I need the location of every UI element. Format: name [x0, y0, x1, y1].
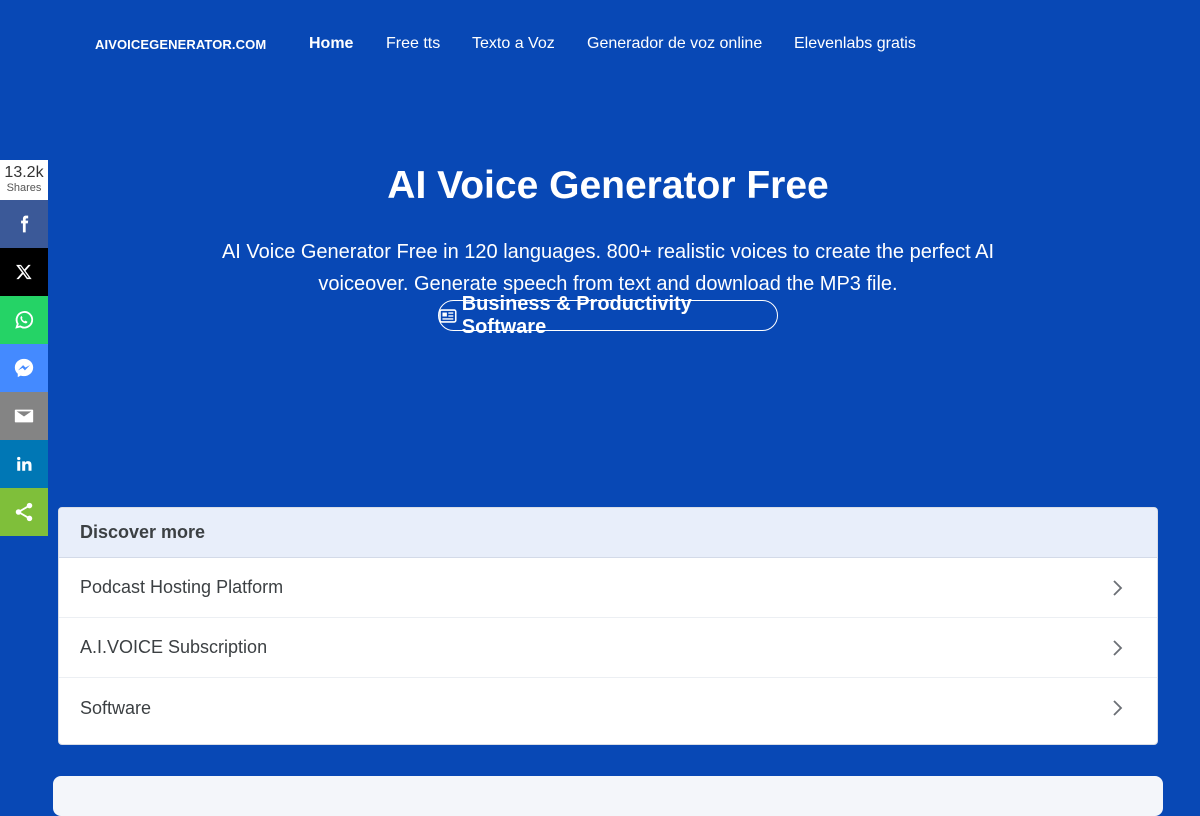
nav-generador-de-voz-online[interactable]: Generador de voz online	[587, 35, 762, 53]
x-share-button[interactable]	[0, 248, 48, 296]
more-share-button[interactable]	[0, 488, 48, 536]
share-sidebar: 13.2k Shares	[0, 160, 48, 536]
messenger-share-button[interactable]	[0, 344, 48, 392]
email-icon	[14, 409, 34, 423]
chevron-right-icon	[1113, 579, 1123, 596]
whatsapp-share-button[interactable]	[0, 296, 48, 344]
content-card	[53, 776, 1163, 816]
page-title: AI Voice Generator Free	[387, 164, 829, 207]
discover-more-title: Discover more	[59, 508, 1157, 558]
messenger-icon	[14, 358, 34, 378]
nav-home[interactable]: Home	[309, 35, 353, 53]
nav-elevenlabs-gratis[interactable]: Elevenlabs gratis	[794, 35, 916, 53]
email-share-button[interactable]	[0, 392, 48, 440]
x-twitter-icon	[16, 264, 32, 280]
whatsapp-icon	[15, 311, 34, 329]
share-icon	[15, 502, 33, 522]
discover-item-label: Software	[80, 697, 152, 718]
discover-item-label: Podcast Hosting Platform	[80, 577, 284, 597]
nav-texto-a-voz[interactable]: Texto a Voz	[472, 35, 555, 53]
facebook-icon	[21, 215, 29, 233]
chevron-right-icon	[1113, 700, 1123, 716]
linkedin-icon	[17, 456, 32, 471]
category-label: Business & Productivity Software	[461, 292, 692, 338]
discover-more-panel: Discover more Podcast Hosting Platform A…	[58, 507, 1158, 745]
discover-item-software[interactable]: Software	[59, 678, 1157, 738]
top-navigation: AIVOICEGENERATOR.COM Home Free tts Texto…	[0, 0, 1200, 90]
discover-item-podcast-hosting[interactable]: Podcast Hosting Platform	[59, 558, 1157, 618]
chevron-right-icon	[1113, 639, 1123, 656]
discover-item-label: A.I.VOICE Subscription	[80, 637, 268, 657]
newspaper-icon	[439, 308, 457, 323]
discover-item-aivoice-subscription[interactable]: A.I.VOICE Subscription	[59, 618, 1157, 678]
linkedin-share-button[interactable]	[0, 440, 48, 488]
category-link[interactable]: Business & Productivity Software	[438, 293, 778, 338]
hero-description: AI Voice Generator Free in 120 languages…	[221, 241, 995, 295]
nav-free-tts[interactable]: Free tts	[386, 35, 440, 53]
site-brand-link[interactable]: AIVOICEGENERATOR.COM	[95, 37, 266, 52]
